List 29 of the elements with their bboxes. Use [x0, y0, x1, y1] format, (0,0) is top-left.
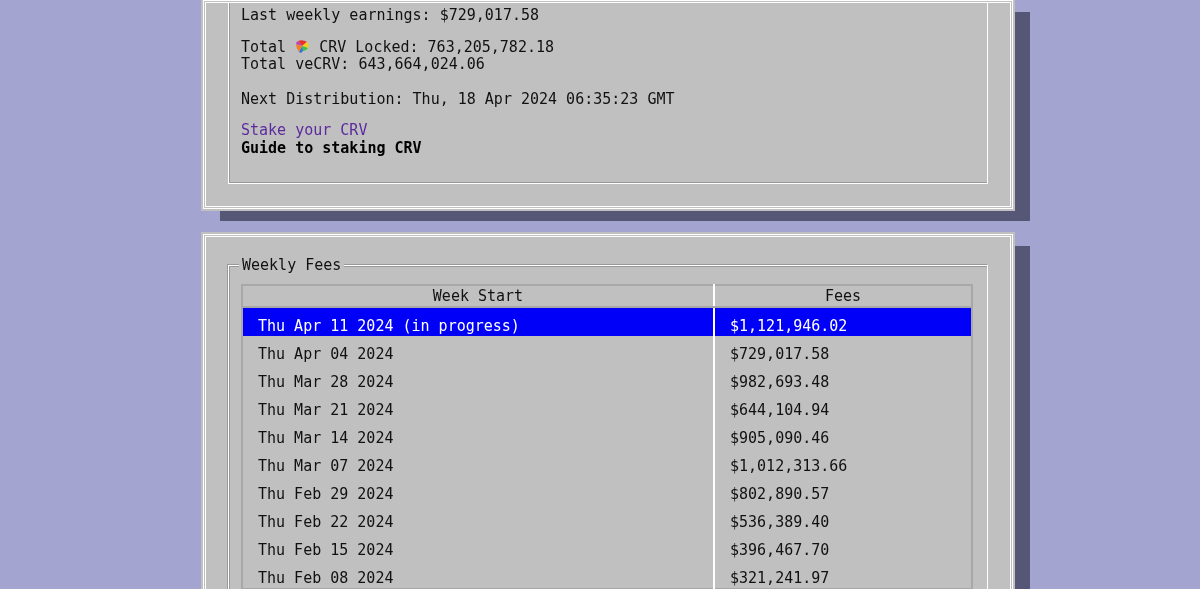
table-cell[interactable]: Thu Feb 08 2024: [242, 560, 714, 589]
distribution-text: Next Distribution: Thu, 18 Apr 2024 06:35:23 GMT: [241, 89, 675, 108]
table-cell[interactable]: $905,090.46: [714, 420, 972, 448]
table-cell[interactable]: Thu Mar 21 2024: [242, 392, 714, 420]
table-cell[interactable]: Thu Feb 29 2024: [242, 476, 714, 504]
table-cell[interactable]: Thu Mar 07 2024: [242, 448, 714, 476]
table-cell[interactable]: $536,389.40: [714, 504, 972, 532]
stat-text: Last weekly earnings: $729,017.58: [241, 6, 539, 24]
table-cell[interactable]: Thu Feb 15 2024: [242, 532, 714, 560]
crv-logo-icon: [295, 38, 311, 54]
stat-text: Total veCRV: 643,664,024.06: [241, 55, 485, 73]
table-cell[interactable]: Thu Feb 22 2024: [242, 504, 714, 532]
table-cell[interactable]: $321,241.97: [714, 560, 972, 589]
table-cell[interactable]: Thu Mar 14 2024: [242, 420, 714, 448]
table-cell[interactable]: $644,104.94: [714, 392, 972, 420]
table-cell[interactable]: $1,012,313.66: [714, 448, 972, 476]
link[interactable]: Guide to staking CRV: [241, 139, 422, 157]
link[interactable]: Stake your CRV: [241, 122, 368, 140]
table-cell[interactable]: Thu Apr 04 2024: [242, 336, 714, 364]
table-cell[interactable]: Thu Apr 11 2024 (in progress): [242, 307, 714, 336]
stat-text: CRV Locked: 763,205,782.18: [319, 37, 555, 56]
table-cell[interactable]: $396,467.70: [714, 532, 972, 560]
section-title: Weekly Fees: [239, 256, 345, 274]
table-cell[interactable]: Thu Mar 28 2024: [242, 364, 714, 392]
table-cell[interactable]: $1,121,946.02: [714, 307, 972, 336]
stat-text: Total: [241, 37, 287, 56]
table-cell[interactable]: $982,693.48: [714, 364, 972, 392]
table-cell[interactable]: $729,017.58: [714, 336, 972, 364]
table-cell[interactable]: $802,890.57: [714, 476, 972, 504]
